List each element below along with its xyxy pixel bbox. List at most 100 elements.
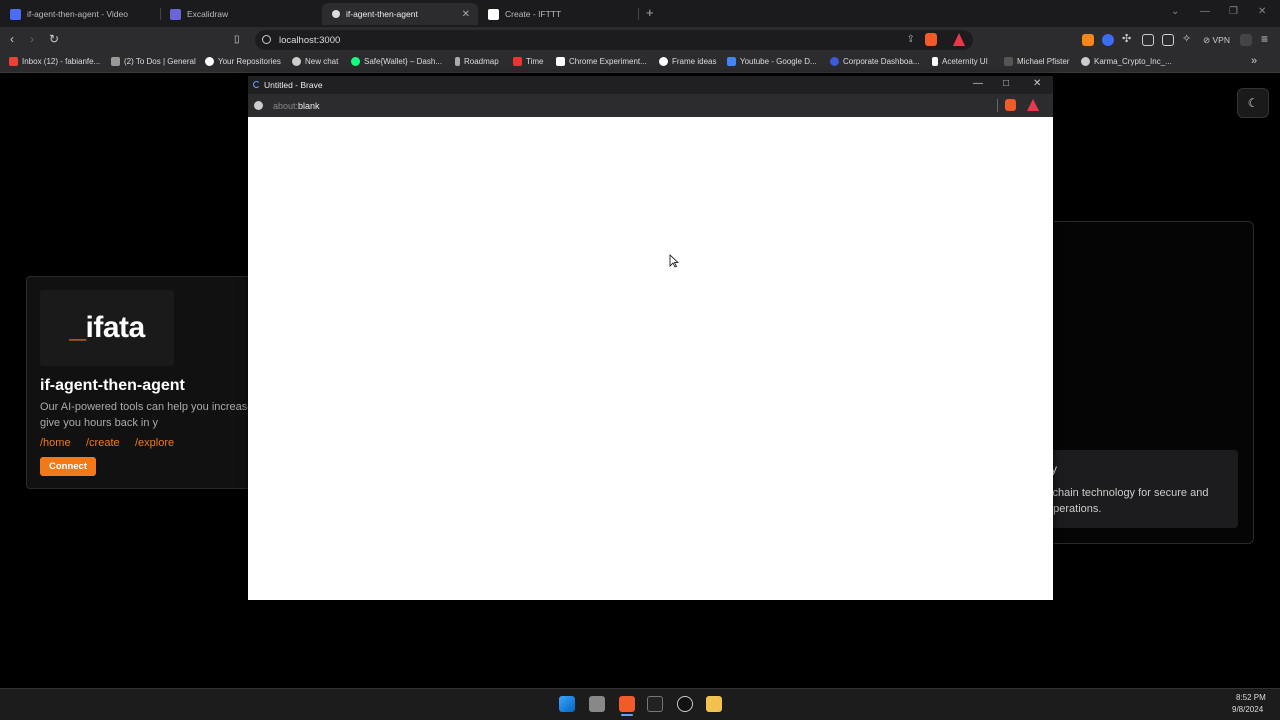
file-explorer-icon[interactable] bbox=[706, 696, 722, 712]
terminal-icon[interactable] bbox=[647, 696, 663, 712]
clock-time[interactable]: 8:52 PM bbox=[1236, 693, 1266, 702]
bookmark-icon[interactable]: ▯ bbox=[234, 34, 240, 45]
minimize-icon[interactable]: — bbox=[1200, 6, 1210, 17]
navigation-bar: ‹ › ↻ ▯ localhost:3000 ⇪ ✣ ✧ ⊘ VPN ≡ bbox=[0, 27, 1280, 53]
back-icon[interactable]: ‹ bbox=[10, 32, 14, 46]
close-tab-icon[interactable]: ✕ bbox=[462, 9, 470, 20]
card-title: if-agent-then-agent bbox=[40, 377, 185, 394]
profile-icon[interactable] bbox=[1240, 34, 1252, 46]
google-docs-icon bbox=[727, 57, 736, 66]
bookmark-label: Karma_Crypto_Inc_... bbox=[1094, 57, 1172, 66]
new-tab-button[interactable]: + bbox=[646, 5, 654, 20]
more-bookmarks-icon[interactable]: » bbox=[1251, 55, 1257, 67]
maximize-icon[interactable]: □ bbox=[1003, 78, 1009, 89]
tab-ifttt[interactable]: Create - IFTTT bbox=[478, 3, 638, 25]
address-bar[interactable]: localhost:3000 ⇪ bbox=[255, 30, 973, 50]
explore-link[interactable]: /explore bbox=[135, 437, 174, 449]
feature-description: kchain technology for secure and operati… bbox=[1047, 487, 1209, 515]
close-icon[interactable]: ✕ bbox=[1033, 78, 1041, 89]
bookmark-item[interactable]: Corporate Dashboa... bbox=[830, 57, 920, 66]
tab-video[interactable]: if-agent-then-agent - Video bbox=[0, 3, 160, 25]
task-view-icon[interactable] bbox=[589, 696, 605, 712]
mouse-cursor-icon bbox=[669, 254, 679, 268]
bookmark-label: (2) To Dos | General bbox=[124, 57, 196, 66]
active-app-indicator bbox=[621, 714, 633, 716]
app-icon[interactable] bbox=[677, 696, 693, 712]
tab-excalidraw[interactable]: Excalidraw bbox=[160, 3, 320, 25]
metamask-extension-icon[interactable] bbox=[1082, 34, 1094, 46]
video-favicon-icon bbox=[10, 8, 21, 20]
bookmark-item[interactable]: Chrome Experiment... bbox=[556, 57, 647, 66]
bookmark-item[interactable]: Aceternity UI bbox=[932, 57, 988, 66]
vpn-label: VPN bbox=[1212, 35, 1230, 45]
bookmark-item[interactable]: Your Repositories bbox=[205, 57, 281, 66]
brave-browser-icon[interactable] bbox=[619, 696, 635, 712]
blank-page bbox=[248, 117, 1053, 600]
connect-button[interactable]: Connect bbox=[40, 457, 96, 476]
bookmark-item[interactable]: (2) To Dos | General bbox=[111, 57, 196, 66]
reload-icon[interactable]: ↻ bbox=[49, 32, 59, 46]
bookmark-label: Corporate Dashboa... bbox=[843, 57, 920, 66]
bookmark-label: Your Repositories bbox=[218, 57, 281, 66]
windows-start-icon[interactable] bbox=[559, 696, 575, 712]
globe-icon bbox=[1081, 57, 1090, 66]
address-prefix: about: bbox=[273, 100, 299, 111]
bookmark-item[interactable]: Roadmap bbox=[455, 57, 499, 66]
aceternity-icon bbox=[932, 57, 938, 66]
sidebar-icon[interactable] bbox=[1142, 34, 1154, 46]
bookmark-label: Time bbox=[526, 57, 544, 66]
extensions-puzzle-icon[interactable]: ✣ bbox=[1122, 32, 1131, 45]
bookmark-item[interactable]: Frame ideas bbox=[659, 57, 716, 66]
home-link[interactable]: /home bbox=[40, 437, 71, 449]
close-window-icon[interactable]: ✕ bbox=[1258, 6, 1266, 17]
restore-icon[interactable]: ❐ bbox=[1229, 6, 1238, 17]
extension-icon[interactable] bbox=[1102, 34, 1114, 46]
bookmark-label: New chat bbox=[305, 57, 339, 66]
info-icon[interactable] bbox=[254, 101, 263, 110]
bookmarks-bar: Inbox (12) - fabianfe... (2) To Dos | Ge… bbox=[0, 53, 1280, 73]
bookmark-item[interactable]: Inbox (12) - fabianfe... bbox=[9, 57, 100, 66]
minimize-icon[interactable]: — bbox=[973, 78, 983, 89]
brave-rewards-icon[interactable] bbox=[1027, 99, 1039, 111]
bookmark-item[interactable]: Michael Pfister bbox=[1004, 57, 1069, 66]
clock-date[interactable]: 9/8/2024 bbox=[1232, 705, 1263, 714]
tab-divider bbox=[638, 8, 639, 20]
pin-icon bbox=[455, 57, 460, 66]
leo-ai-icon[interactable]: ✧ bbox=[1182, 32, 1191, 45]
bookmark-label: Safe{Wallet} – Dash... bbox=[364, 57, 442, 66]
bookmark-item[interactable]: Safe{Wallet} – Dash... bbox=[351, 57, 442, 66]
brave-shields-icon[interactable] bbox=[925, 33, 937, 46]
notepad-icon bbox=[111, 57, 120, 66]
brave-shields-icon[interactable] bbox=[1005, 99, 1016, 111]
person-icon bbox=[1004, 57, 1013, 66]
safe-wallet-icon bbox=[351, 57, 360, 66]
tab-if-agent-then-agent[interactable]: if-agent-then-agent ✕ bbox=[322, 3, 478, 25]
bookmark-item[interactable]: Youtube - Google D... bbox=[727, 57, 817, 66]
menu-icon[interactable]: ≡ bbox=[1261, 32, 1268, 46]
loading-spinner-icon bbox=[253, 81, 260, 88]
gmail-icon bbox=[9, 57, 18, 66]
forward-icon[interactable]: › bbox=[30, 32, 34, 46]
bookmark-item[interactable]: New chat bbox=[292, 57, 338, 66]
ifttt-favicon-icon bbox=[488, 8, 499, 20]
dashboard-icon bbox=[830, 57, 839, 66]
bookmark-label: Frame ideas bbox=[672, 57, 717, 66]
time-app-icon bbox=[513, 57, 522, 66]
wallet-icon[interactable] bbox=[1162, 34, 1174, 46]
tab-label: if-agent-then-agent bbox=[346, 9, 418, 19]
experiment-icon bbox=[556, 57, 565, 66]
bookmark-item[interactable]: Karma_Crypto_Inc_... bbox=[1081, 57, 1172, 66]
popup-address-bar[interactable]: about: blank bbox=[248, 94, 1053, 117]
theme-toggle-button[interactable]: ☾ bbox=[1237, 88, 1269, 118]
address-text: localhost:3000 bbox=[279, 34, 341, 46]
vpn-button[interactable]: ⊘ VPN bbox=[1203, 35, 1230, 46]
excalidraw-favicon-icon bbox=[170, 8, 181, 20]
bookmark-item[interactable]: Time bbox=[513, 57, 543, 66]
share-icon[interactable]: ⇪ bbox=[907, 34, 915, 45]
create-link[interactable]: /create bbox=[86, 437, 120, 449]
brave-rewards-icon[interactable] bbox=[953, 33, 965, 46]
tab-search-chevron-icon[interactable]: ⌄ bbox=[1171, 6, 1179, 17]
site-info-icon[interactable] bbox=[262, 35, 271, 44]
divider bbox=[997, 99, 998, 112]
popup-title: Untitled - Brave bbox=[264, 80, 323, 90]
